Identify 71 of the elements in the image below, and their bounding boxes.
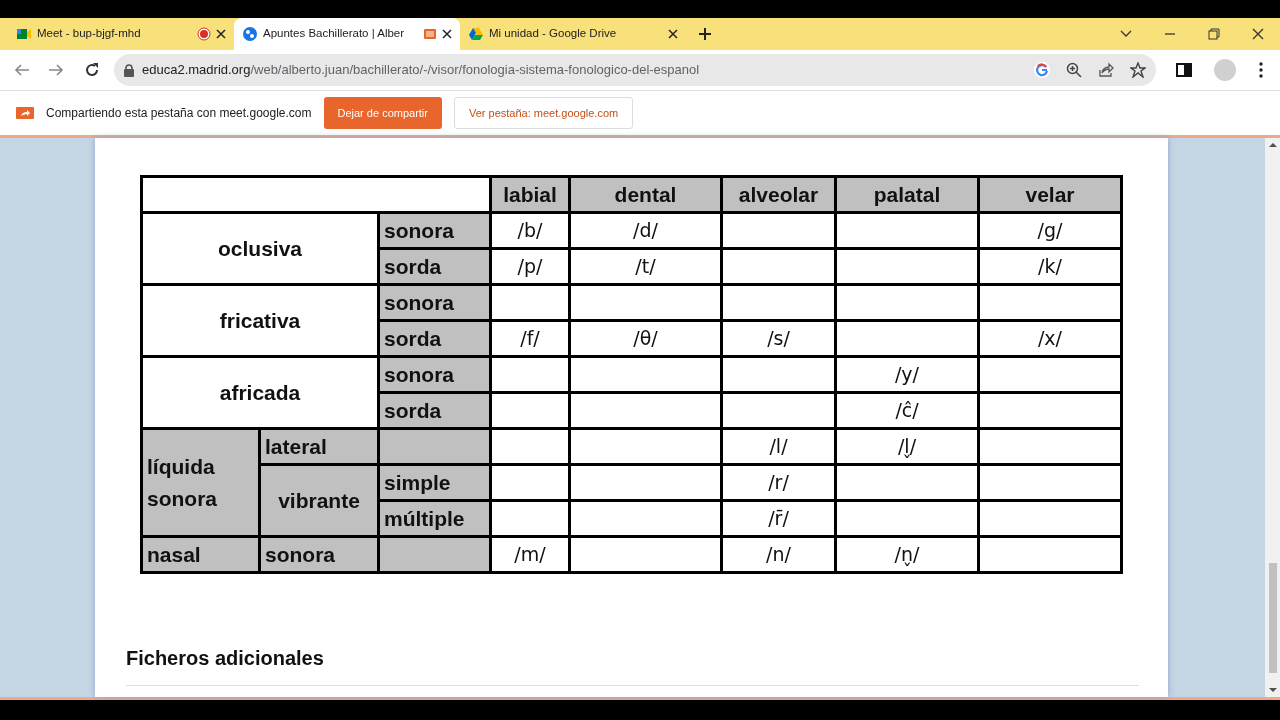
table-cell: /k/: [980, 250, 1120, 283]
back-icon[interactable]: [14, 62, 30, 78]
google-icon[interactable]: [1034, 62, 1050, 78]
address-bar[interactable]: educa2.madrid.org/web/alberto.juan/bachillerato/-/visor/fonologia-sistema-fonologico-del-espanol: [114, 54, 1156, 86]
table-cell: /r̄/: [723, 502, 834, 535]
column-header: dental: [571, 178, 720, 211]
column-header: velar: [980, 178, 1120, 211]
table-cell: /n̬/: [837, 538, 977, 571]
table-cell: /l/: [723, 430, 834, 463]
row-header: sorda: [380, 250, 489, 283]
star-icon[interactable]: [1130, 62, 1146, 78]
table-cell: /y/: [837, 358, 977, 391]
table-cell: /θ/: [571, 322, 720, 355]
table-cell: /ĉ/: [837, 394, 977, 427]
share-icon[interactable]: [1098, 62, 1114, 78]
row-header: vibrante: [261, 466, 377, 535]
table-cell: /s/: [723, 322, 834, 355]
table-cell: /m/: [492, 538, 568, 571]
column-header: alveolar: [723, 178, 834, 211]
row-header: sonora: [380, 286, 489, 319]
row-header: sonora: [380, 358, 489, 391]
scroll-down-icon[interactable]: [1268, 687, 1277, 693]
reload-icon[interactable]: [84, 62, 100, 78]
column-header: palatal: [837, 178, 977, 211]
globe-icon: [242, 26, 258, 42]
forward-icon[interactable]: [48, 62, 64, 78]
row-header: múltiple: [380, 502, 489, 535]
section-heading: Ficheros adicionales: [126, 646, 325, 671]
table-cell: /f/: [492, 322, 568, 355]
table-cell: /x/: [980, 322, 1120, 355]
new-tab-icon[interactable]: [698, 27, 712, 41]
row-header: lateral: [261, 430, 377, 463]
row-header: oclusiva: [143, 214, 377, 283]
scroll-up-icon[interactable]: [1268, 142, 1277, 148]
meet-icon: [16, 26, 32, 42]
table-cell: /g/: [980, 214, 1120, 247]
lock-icon: [124, 63, 134, 77]
restore-icon[interactable]: [1208, 28, 1220, 40]
cast-icon: [16, 106, 34, 120]
table-cell: /p/: [492, 250, 568, 283]
table-cell: /b/: [492, 214, 568, 247]
side-panel-icon[interactable]: [1176, 62, 1192, 78]
table-cell: /l̬/: [837, 430, 977, 463]
browser-tab[interactable]: Apuntes Bachillerato | Alber: [234, 18, 460, 50]
row-header: nasal: [143, 538, 258, 571]
row-header: sonora: [380, 214, 489, 247]
browser-tab[interactable]: Meet - bup-bjgf-mhd: [8, 18, 234, 50]
close-icon[interactable]: [442, 29, 452, 39]
close-icon[interactable]: [1252, 28, 1264, 40]
scrollbar-thumb[interactable]: [1268, 562, 1277, 673]
drive-icon: [468, 26, 484, 42]
table-cell: /r/: [723, 466, 834, 499]
table-cell: /n/: [723, 538, 834, 571]
row-header: fricativa: [143, 286, 377, 355]
row-header: sorda: [380, 394, 489, 427]
table-cell: /d/: [571, 214, 720, 247]
zoom-icon[interactable]: [1066, 62, 1082, 78]
column-header: labial: [492, 178, 568, 211]
more-icon[interactable]: [1258, 62, 1264, 78]
row-header: sorda: [380, 322, 489, 355]
table-cell: /t/: [571, 250, 720, 283]
url-text: educa2.madrid.org/web/alberto.juan/bachillerato/-/visor/fonologia-sistema-fonologico-del-espanol: [142, 61, 700, 80]
row-header: africada: [143, 358, 377, 427]
view-tab-button[interactable]: Ver pestaña: meet.google.com: [454, 96, 634, 130]
close-icon[interactable]: [216, 29, 226, 39]
browser-tab[interactable]: Mi unidad - Google Drive: [460, 18, 686, 50]
row-header: líquida sonora: [143, 430, 258, 535]
row-header: simple: [380, 466, 489, 499]
row-header: sonora: [261, 538, 377, 571]
close-icon[interactable]: [668, 29, 678, 39]
sharing-message: Compartiendo esta pestaña con meet.google.com: [46, 105, 312, 122]
